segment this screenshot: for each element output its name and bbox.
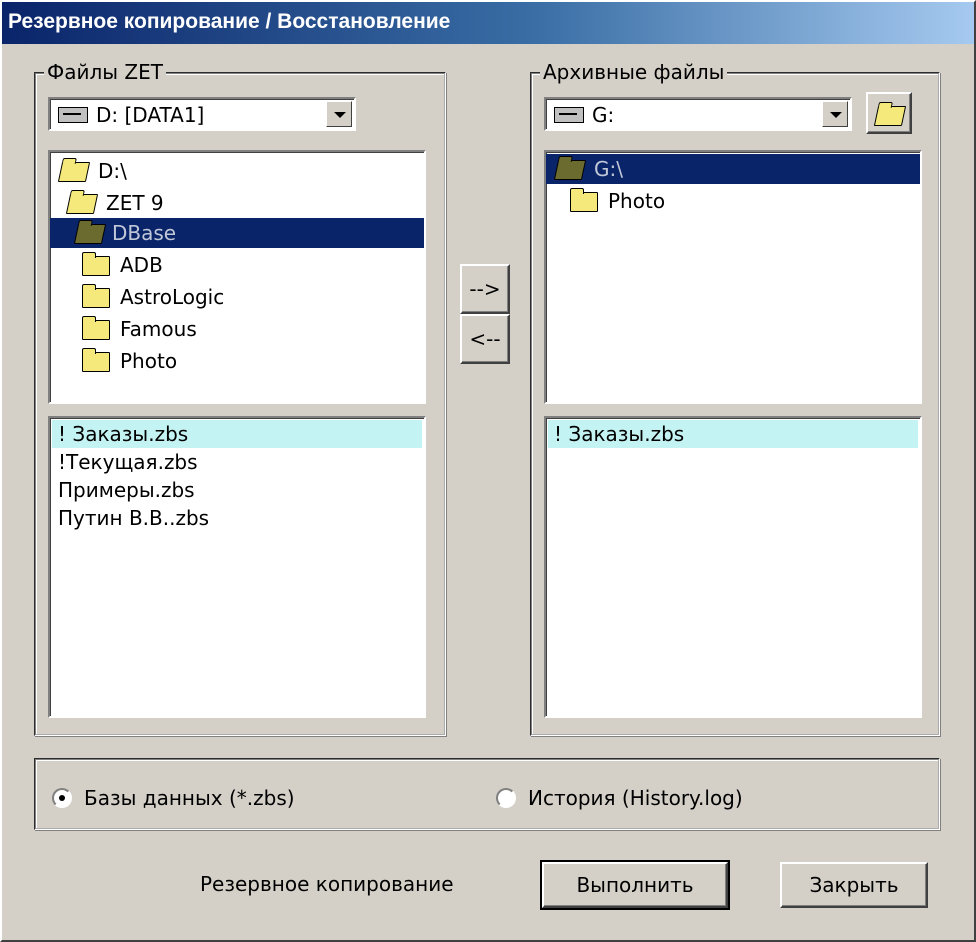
folder-icon — [82, 252, 110, 276]
radio-history[interactable] — [496, 788, 516, 808]
tree-item-label: G:\ — [594, 157, 623, 181]
right-folder-tree[interactable]: G:\ Photo — [544, 150, 922, 404]
list-item[interactable]: ! Заказы.zbs — [52, 420, 422, 448]
tree-item-label: Famous — [120, 317, 197, 341]
file-name: !Текущая.zbs — [58, 450, 198, 474]
tree-item-label: ADB — [120, 253, 163, 277]
browse-folder-icon — [873, 106, 907, 126]
folder-icon — [570, 188, 598, 212]
right-drive-value: G: — [592, 103, 615, 127]
open-folder-icon — [73, 224, 107, 244]
folder-icon — [82, 316, 110, 340]
tree-item-dbase[interactable]: DBase — [50, 218, 424, 248]
file-name: Путин В.В..zbs — [58, 506, 210, 530]
right-drive-select[interactable]: G: — [544, 97, 852, 131]
tree-item-d-root[interactable]: D:\ — [50, 156, 424, 186]
left-file-list[interactable]: ! Заказы.zbs !Текущая.zbs Примеры.zbs Пу… — [48, 416, 426, 718]
folder-icon — [82, 348, 110, 372]
tree-item-label: Photo — [120, 349, 178, 373]
tree-item-g-root[interactable]: G:\ — [546, 154, 920, 184]
tree-item-adb[interactable]: ADB — [50, 250, 424, 280]
window-title: Резервное копирование / Восстановление — [0, 0, 976, 44]
file-name: Примеры.zbs — [58, 478, 195, 502]
open-folder-icon — [57, 162, 91, 182]
archive-files-label: Архивные файлы — [540, 60, 728, 84]
tree-item-label: AstroLogic — [120, 285, 225, 309]
open-folder-icon — [65, 194, 99, 214]
drive-icon — [554, 107, 584, 123]
copy-to-archive-button[interactable]: --> — [460, 264, 510, 314]
tree-item-photo[interactable]: Photo — [50, 346, 424, 376]
left-folder-tree[interactable]: D:\ ZET 9 DBase ADB AstroLogic Famous Ph… — [48, 150, 426, 404]
tree-item-photo[interactable]: Photo — [546, 186, 920, 216]
tree-item-astrologic[interactable]: AstroLogic — [50, 282, 424, 312]
dropdown-arrow-icon[interactable] — [326, 101, 352, 127]
zet-files-label: Файлы ZET — [44, 60, 166, 84]
folder-icon — [82, 284, 110, 308]
restore-from-archive-button[interactable]: <-- — [460, 314, 510, 364]
open-folder-icon — [553, 160, 587, 180]
radio-databases[interactable] — [52, 788, 72, 808]
tree-item-label: ZET 9 — [106, 191, 164, 215]
execute-button[interactable]: Выполнить — [540, 860, 730, 910]
file-name: ! Заказы.zbs — [554, 422, 685, 446]
left-drive-select[interactable]: D: [DATA1] — [48, 97, 356, 131]
tree-item-label: D:\ — [98, 159, 127, 183]
radio-databases-label[interactable]: Базы данных (*.zbs) — [84, 785, 295, 811]
dropdown-arrow-icon[interactable] — [822, 101, 848, 127]
left-drive-value: D: [DATA1] — [96, 103, 205, 127]
tree-item-famous[interactable]: Famous — [50, 314, 424, 344]
mode-label: Резервное копирование — [200, 872, 454, 896]
drive-icon — [58, 107, 88, 123]
browse-folder-button[interactable] — [866, 92, 912, 134]
tree-item-label: DBase — [112, 221, 177, 245]
tree-item-label: Photo — [608, 189, 666, 213]
list-item[interactable]: Примеры.zbs — [52, 476, 422, 504]
right-file-list[interactable]: ! Заказы.zbs — [544, 416, 922, 718]
list-item[interactable]: ! Заказы.zbs — [548, 420, 918, 448]
radio-history-label[interactable]: История (History.log) — [528, 785, 743, 811]
list-item[interactable]: !Текущая.zbs — [52, 448, 422, 476]
file-name: ! Заказы.zbs — [58, 422, 189, 446]
close-button[interactable]: Закрыть — [780, 862, 928, 908]
tree-item-zet9[interactable]: ZET 9 — [50, 188, 424, 218]
list-item[interactable]: Путин В.В..zbs — [52, 504, 422, 532]
